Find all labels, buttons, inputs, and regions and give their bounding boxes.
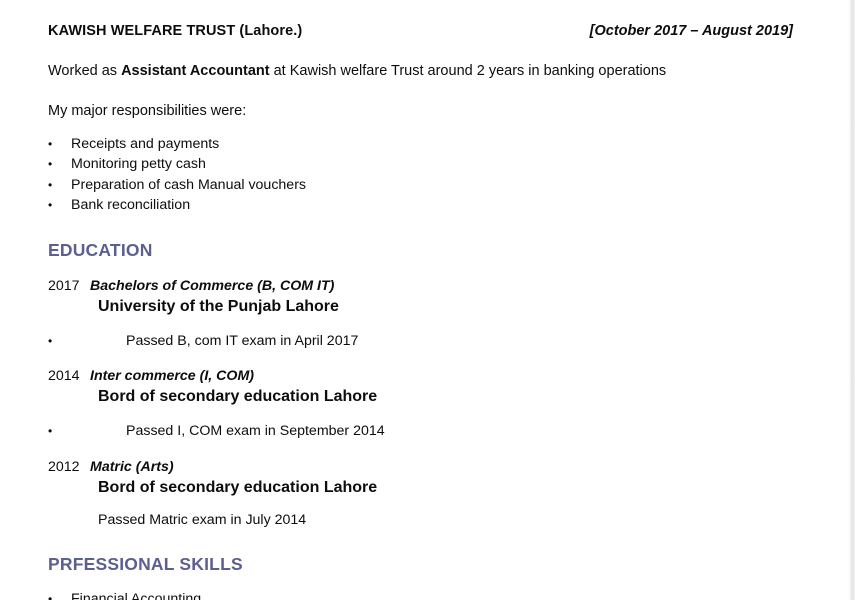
education-entry: 2012 Matric (Arts) Bord of secondary edu… bbox=[48, 457, 801, 498]
section-heading-skills: PRFESSIONAL SKILLS bbox=[48, 553, 243, 574]
bullet-icon: • bbox=[48, 177, 53, 192]
employer-name: KAWISH WELFARE TRUST (Lahore.) bbox=[48, 23, 303, 39]
experience-summary: Worked as Assistant Accountant at Kawish… bbox=[48, 62, 801, 81]
education-year: 2012 bbox=[48, 458, 80, 475]
education-entry: 2017 Bachelors of Commerce (B, COM IT) U… bbox=[48, 276, 801, 317]
list-item: • Financial Accounting bbox=[48, 589, 801, 600]
education-entry-line: 2017 Bachelors of Commerce (B, COM IT) bbox=[48, 276, 801, 296]
education-note-label: Passed Matric exam in July 2014 bbox=[98, 511, 307, 528]
employment-dates: [October 2017 – August 2019] bbox=[589, 23, 793, 39]
page-right-edge bbox=[845, 0, 855, 600]
education-institution: Bord of secondary education Lahore bbox=[98, 478, 378, 496]
education-institution: Bord of secondary education Lahore bbox=[98, 388, 378, 406]
education-note: • Passed I, COM exam in September 2014 bbox=[48, 421, 801, 442]
bullet-icon: • bbox=[48, 333, 53, 348]
education-degree: Bachelors of Commerce (B, COM IT) bbox=[90, 277, 335, 294]
education-institution: University of the Punjab Lahore bbox=[98, 297, 339, 315]
education-note-label: Passed I, COM exam in September 2014 bbox=[126, 423, 385, 440]
education-entry-line: 2014 Inter commerce (I, COM) bbox=[48, 366, 801, 386]
bullet-icon: • bbox=[48, 157, 53, 172]
list-item: • Receipts and payments bbox=[48, 134, 801, 155]
bullet-icon: • bbox=[48, 198, 53, 213]
responsibilities-list: • Receipts and payments • Monitoring pet… bbox=[48, 134, 801, 216]
bullet-icon: • bbox=[48, 424, 53, 439]
skills-list: • Financial Accounting • Cost Accounting bbox=[48, 589, 801, 600]
resume-content: KAWISH WELFARE TRUST (Lahore.) [October … bbox=[0, 0, 845, 600]
education-year: 2014 bbox=[48, 368, 80, 385]
list-item-label: Preparation of cash Manual vouchers bbox=[71, 176, 307, 193]
list-item: • Monitoring petty cash bbox=[48, 154, 801, 175]
bullet-icon: • bbox=[48, 136, 53, 151]
education-year: 2017 bbox=[48, 277, 80, 294]
experience-header: KAWISH WELFARE TRUST (Lahore.) [October … bbox=[48, 23, 801, 39]
education-note: • Passed B, com IT exam in April 2017 bbox=[48, 331, 801, 352]
education-entry-line: 2012 Matric (Arts) bbox=[48, 457, 801, 477]
list-item-label: Bank reconciliation bbox=[71, 197, 191, 214]
list-item: • Bank reconciliation bbox=[48, 195, 801, 216]
responsibilities-intro: My major responsibilities were: bbox=[48, 102, 247, 119]
summary-suffix: at Kawish welfare Trust around 2 years i… bbox=[269, 63, 667, 79]
list-item-label: Receipts and payments bbox=[71, 135, 220, 152]
education-degree: Matric (Arts) bbox=[90, 458, 174, 475]
list-item: • Preparation of cash Manual vouchers bbox=[48, 175, 801, 196]
list-item-label: Monitoring petty cash bbox=[71, 156, 206, 173]
bullet-icon: • bbox=[48, 591, 53, 600]
summary-role: Assistant Accountant bbox=[121, 63, 270, 79]
list-item-label: Financial Accounting bbox=[71, 590, 202, 600]
education-note-label: Passed B, com IT exam in April 2017 bbox=[126, 332, 359, 349]
section-heading-education: EDUCATION bbox=[48, 239, 153, 260]
education-degree: Inter commerce (I, COM) bbox=[90, 368, 254, 385]
summary-prefix: Worked as bbox=[48, 63, 122, 79]
resume-page: KAWISH WELFARE TRUST (Lahore.) [October … bbox=[0, 0, 855, 600]
education-entry: 2014 Inter commerce (I, COM) Bord of sec… bbox=[48, 366, 801, 407]
